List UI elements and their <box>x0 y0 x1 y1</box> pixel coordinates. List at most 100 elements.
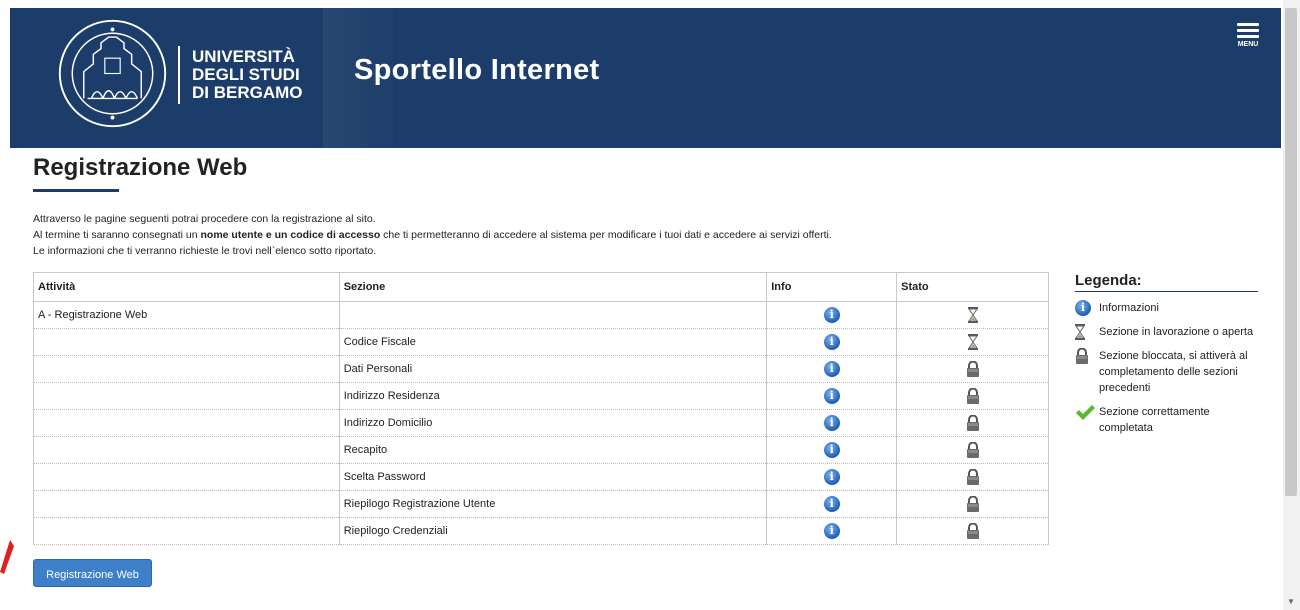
info-icon[interactable]: i <box>1075 300 1091 317</box>
hourglass-icon <box>967 307 978 323</box>
table-row: Recapito i <box>33 436 1049 464</box>
intro-line-1: Attraverso le pagine seguenti potrai pro… <box>33 213 376 225</box>
checkmark-icon <box>1076 405 1095 420</box>
table-header-row: Attività Sezione Info Stato <box>33 272 1049 302</box>
cell-status <box>896 463 1049 491</box>
cell-section <box>338 301 768 329</box>
intro-line-2-bold: nome utente e un codice di accesso <box>200 229 381 241</box>
info-icon[interactable]: i <box>823 496 840 512</box>
table-row: Scelta Password i <box>33 463 1049 491</box>
table-row: Indirizzo Domicilio i <box>33 409 1049 437</box>
cell-activity <box>33 517 340 545</box>
cell-activity <box>33 355 340 383</box>
registrazione-web-button[interactable]: Registrazione Web <box>33 559 152 587</box>
info-icon[interactable]: i <box>823 469 840 485</box>
cell-activity <box>33 490 340 518</box>
site-header: UNIVERSITÀ DEGLI STUDI DI BERGAMO Sporte… <box>10 8 1281 148</box>
legend-text: Sezione in lavorazione o aperta <box>1099 326 1254 338</box>
cell-status <box>896 301 1049 329</box>
scrollbar-thumb[interactable] <box>1285 8 1297 496</box>
table-row: Dati Personali i <box>33 355 1049 383</box>
university-name[interactable]: UNIVERSITÀ DEGLI STUDI DI BERGAMO <box>192 48 303 102</box>
column-header-section: Sezione <box>338 272 768 302</box>
cell-section: Riepilogo Registrazione Utente <box>338 490 768 518</box>
lock-icon <box>966 496 979 512</box>
hourglass-icon <box>967 334 978 350</box>
legend-text: Sezione bloccata, si attiverà al complet… <box>1099 350 1248 394</box>
scroll-down-arrow-icon[interactable]: ▼ <box>1287 597 1295 606</box>
cell-section: Indirizzo Domicilio <box>338 409 768 437</box>
site-title[interactable]: Sportello Internet <box>354 54 599 87</box>
cell-info[interactable]: i <box>766 409 898 437</box>
page-title: Registrazione Web <box>33 154 248 181</box>
table-row: Riepilogo Registrazione Utente i <box>33 490 1049 518</box>
cell-activity <box>33 382 340 410</box>
legend-title: Legenda: <box>1075 272 1258 292</box>
intro-line-2: Al termine ti saranno consegnati un nome… <box>33 227 832 243</box>
legend-icon <box>1075 348 1089 365</box>
cell-activity <box>33 463 340 491</box>
cell-activity: A - Registrazione Web <box>33 301 340 329</box>
cell-activity <box>33 409 340 437</box>
info-icon[interactable]: i <box>823 388 840 404</box>
hamburger-icon-bar <box>1237 23 1259 26</box>
cell-status <box>896 409 1049 437</box>
cell-info[interactable]: i <box>766 436 898 464</box>
lock-icon <box>966 388 979 404</box>
cell-status <box>896 382 1049 410</box>
info-icon[interactable]: i <box>823 361 840 377</box>
table-row: Riepilogo Credenziali i <box>33 517 1049 545</box>
cell-section: Scelta Password <box>338 463 768 491</box>
legend-item: Sezione correttamente completata <box>1075 404 1258 436</box>
cell-section: Dati Personali <box>338 355 768 383</box>
intro-text: Attraverso le pagine seguenti potrai pro… <box>33 211 832 259</box>
intro-line-3: Le informazioni che ti verranno richiest… <box>33 245 377 257</box>
cell-status <box>896 517 1049 545</box>
info-icon[interactable]: i <box>823 334 840 350</box>
info-icon[interactable]: i <box>823 523 840 539</box>
cell-section: Indirizzo Residenza <box>338 382 768 410</box>
activities-table: Attività Sezione Info Stato A - Registra… <box>33 272 1049 545</box>
legend-icon <box>1075 404 1095 425</box>
legend-icon <box>1075 324 1085 341</box>
legend-item: i Informazioni <box>1075 300 1258 317</box>
legend-items: i Informazioni Sezione in lavorazione o ap… <box>1075 300 1258 436</box>
university-seal-logo[interactable] <box>55 16 170 131</box>
legend-item: Sezione bloccata, si attiverà al complet… <box>1075 348 1258 396</box>
cell-info[interactable]: i <box>766 517 898 545</box>
cell-section: Riepilogo Credenziali <box>338 517 768 545</box>
legend-panel: Legenda: i Informazioni Sezione in lavoraz… <box>1075 272 1258 436</box>
lock-icon <box>966 361 979 377</box>
legend-item: Sezione in lavorazione o aperta <box>1075 324 1258 341</box>
cell-info[interactable]: i <box>766 463 898 491</box>
cell-info[interactable]: i <box>766 355 898 383</box>
table-body: A - Registrazione Web i Codice Fiscale i Dat… <box>33 301 1049 545</box>
info-icon[interactable]: i <box>823 415 840 431</box>
university-name-line2: DEGLI STUDI <box>192 65 300 84</box>
cell-info[interactable]: i <box>766 328 898 356</box>
legend-text: Informazioni <box>1099 302 1159 314</box>
cell-status <box>896 355 1049 383</box>
cell-activity <box>33 436 340 464</box>
cell-activity <box>33 328 340 356</box>
cell-status <box>896 490 1049 518</box>
info-icon[interactable]: i <box>823 307 840 323</box>
menu-label: MENU <box>1237 41 1259 48</box>
cell-info[interactable]: i <box>766 301 898 329</box>
legend-text: Sezione correttamente completata <box>1099 406 1210 434</box>
cell-status <box>896 328 1049 356</box>
cell-info[interactable]: i <box>766 382 898 410</box>
hamburger-icon-bar <box>1237 29 1259 32</box>
table-row: Indirizzo Residenza i <box>33 382 1049 410</box>
lock-icon <box>966 415 979 431</box>
info-icon[interactable]: i <box>823 442 840 458</box>
lock-icon <box>966 469 979 485</box>
cell-section: Codice Fiscale <box>338 328 768 356</box>
table-row: A - Registrazione Web i <box>33 301 1049 329</box>
cell-info[interactable]: i <box>766 490 898 518</box>
menu-button[interactable]: MENU <box>1235 20 1261 48</box>
lock-icon <box>1076 348 1088 365</box>
legend-icon: i <box>1075 300 1091 317</box>
intro-line-2-post: che ti permetteranno di accedere al sist… <box>380 229 832 241</box>
lock-icon <box>966 523 979 539</box>
